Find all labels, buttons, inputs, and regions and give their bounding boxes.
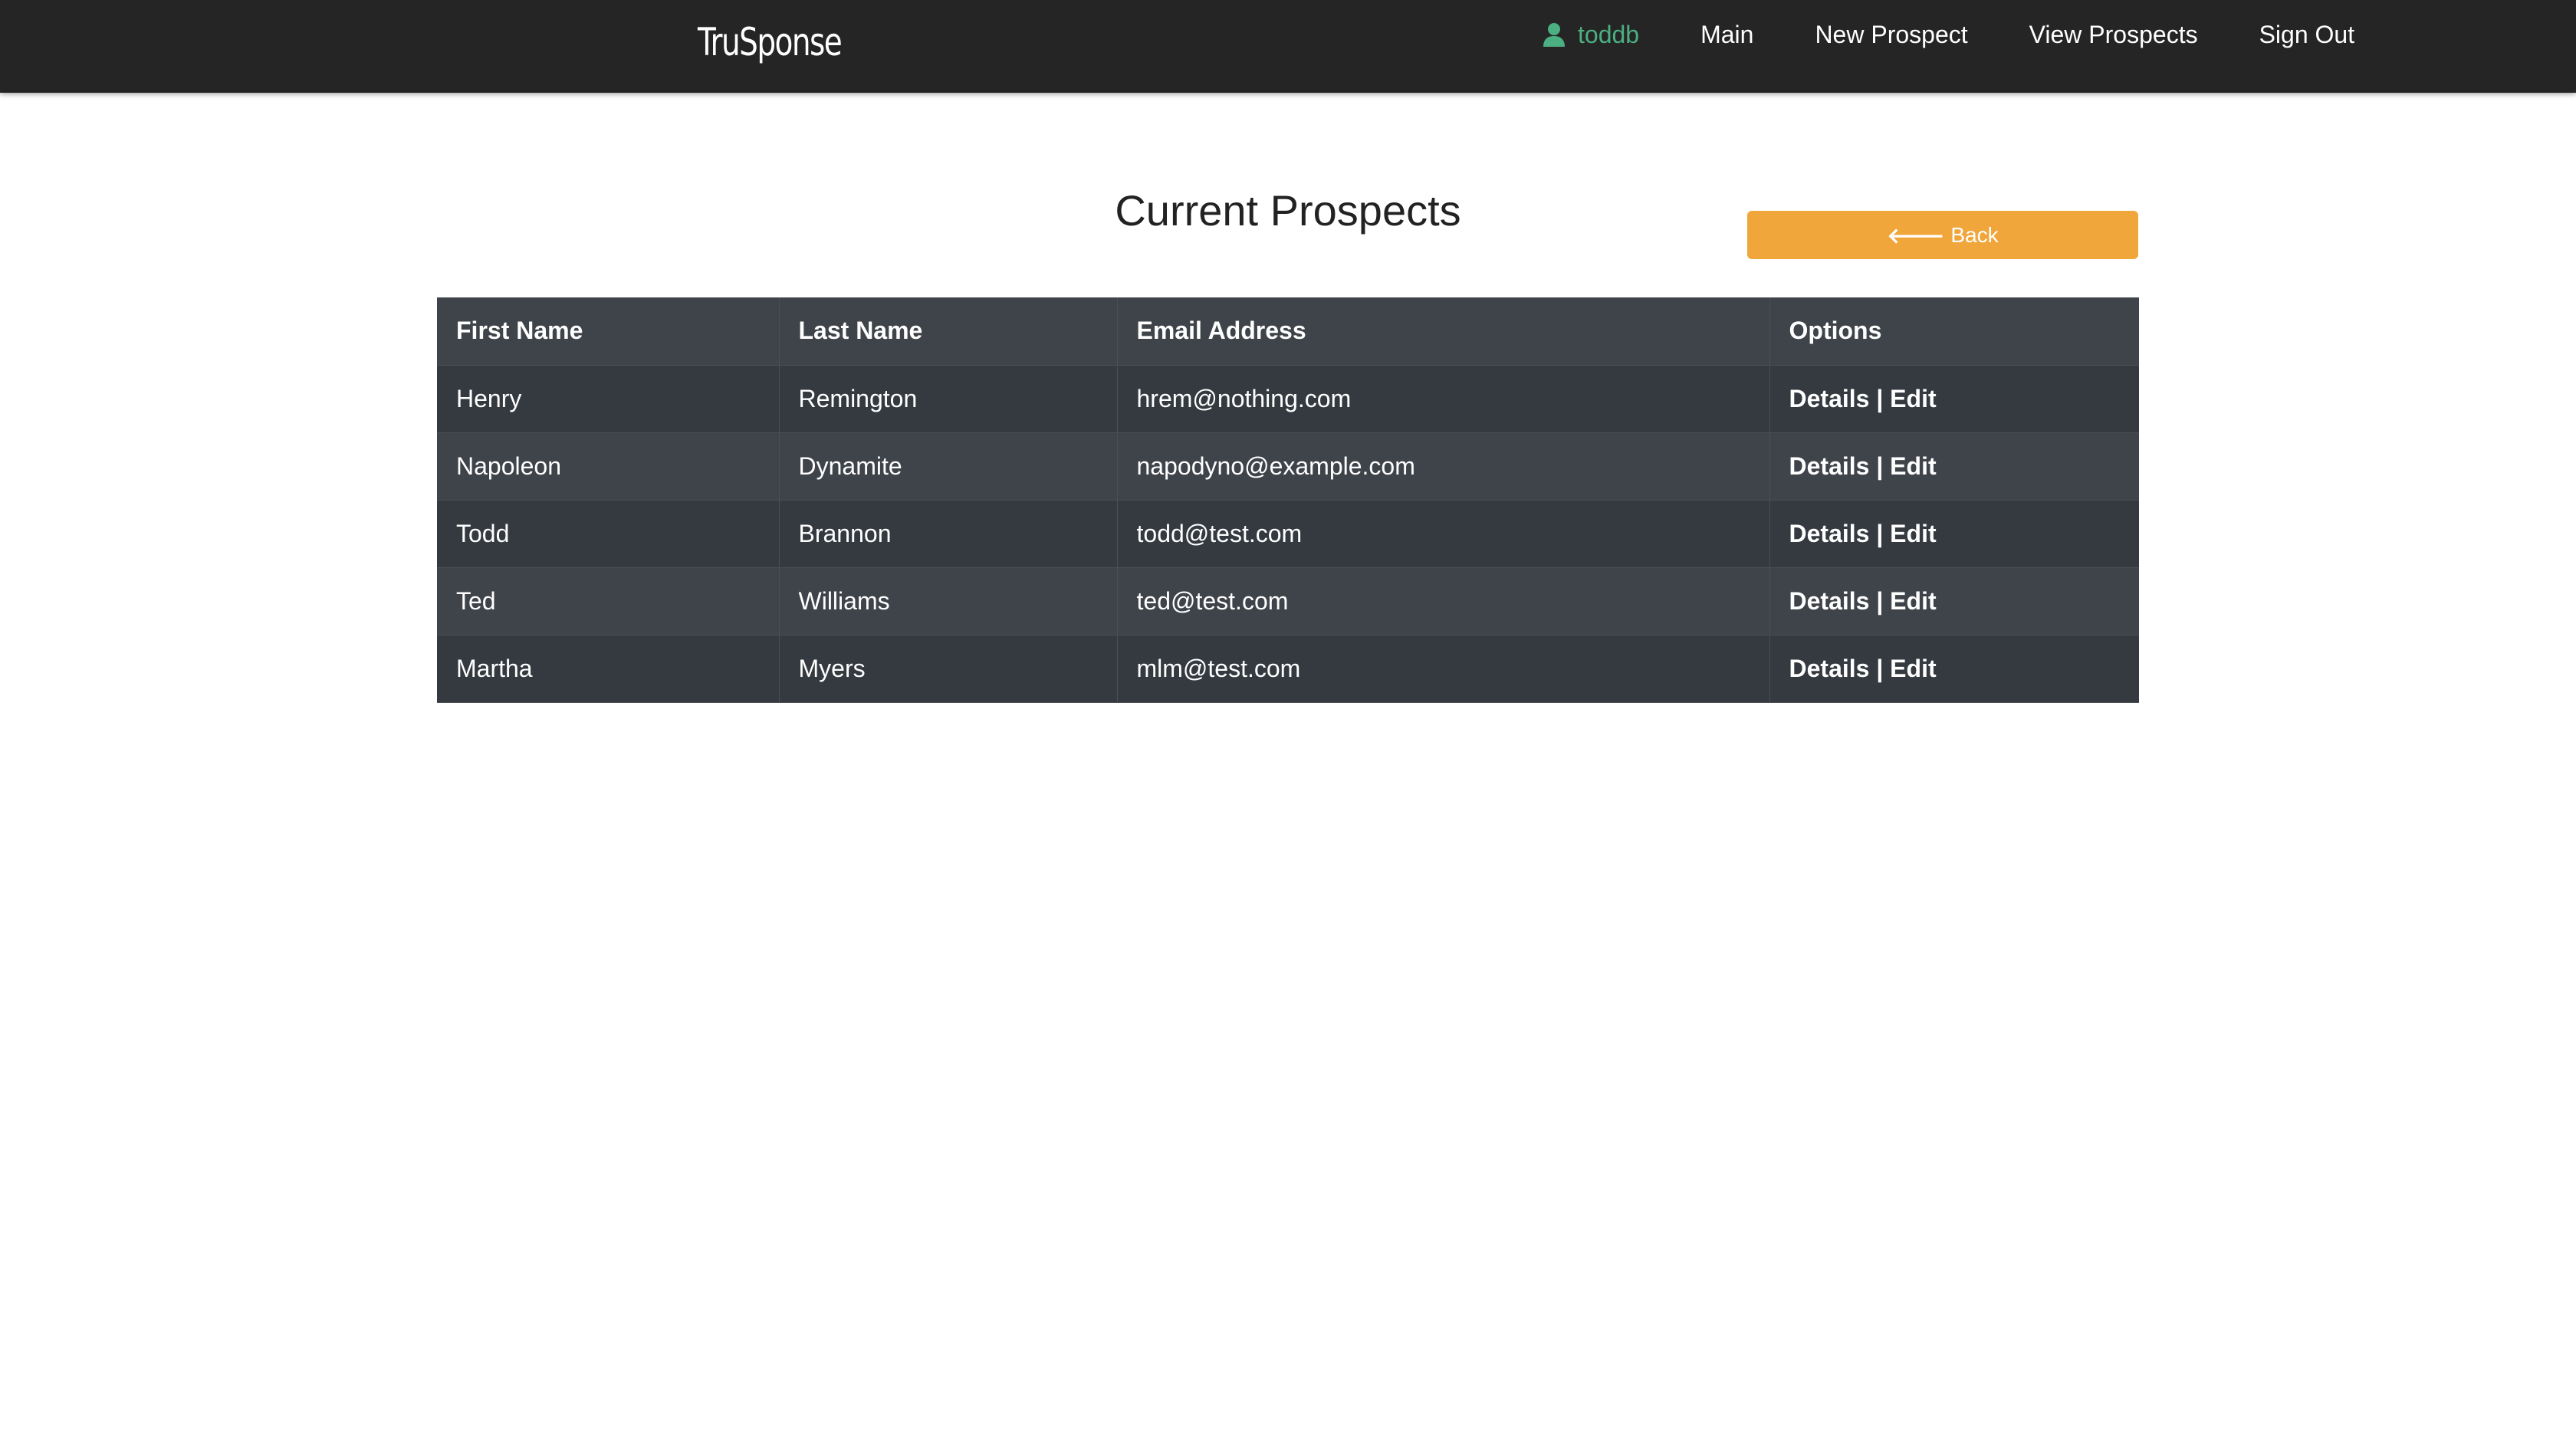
back-button[interactable]: 🡐 Back xyxy=(1747,211,2138,259)
cell-last-name: Williams xyxy=(779,567,1118,635)
cell-options: Details | Edit xyxy=(1769,500,2139,568)
table-row: Henry Remington hrem@nothing.com Details… xyxy=(437,365,2139,433)
cell-options: Details | Edit xyxy=(1769,432,2139,501)
cell-last-name: Dynamite xyxy=(779,432,1118,501)
nav-user[interactable]: toddb xyxy=(1543,21,1639,49)
nav-link-new-prospect[interactable]: New Prospect xyxy=(1815,21,1967,49)
details-link[interactable]: Details xyxy=(1789,385,1870,412)
table-row: Napoleon Dynamite napodyno@example.com D… xyxy=(437,432,2139,501)
back-button-label: Back xyxy=(1950,222,1999,247)
cell-options: Details | Edit xyxy=(1769,635,2139,703)
table-row: Martha Myers mlm@test.com Details | Edit xyxy=(437,635,2139,703)
header-email-address: Email Address xyxy=(1117,297,1770,366)
details-link[interactable]: Details xyxy=(1789,520,1870,547)
table-row: Todd Brannon todd@test.com Details | Edi… xyxy=(437,500,2139,568)
cell-email: ted@test.com xyxy=(1117,567,1770,635)
cell-options: Details | Edit xyxy=(1769,567,2139,635)
arrow-left-icon: 🡐 xyxy=(1887,223,1945,248)
cell-last-name: Brannon xyxy=(779,500,1118,568)
brand-logo[interactable]: TruSponse xyxy=(698,20,843,64)
cell-first-name: Napoleon xyxy=(437,432,780,501)
edit-link[interactable]: Edit xyxy=(1890,655,1936,682)
prospects-table: First Name Last Name Email Address Optio… xyxy=(437,297,2139,703)
cell-email: mlm@test.com xyxy=(1117,635,1770,703)
cell-last-name: Remington xyxy=(779,365,1118,433)
top-navbar: TruSponse toddb Main New Prospect View P… xyxy=(0,0,2576,93)
page-title: Current Prospects xyxy=(1115,186,1461,235)
nav-links: toddb Main New Prospect View Prospects S… xyxy=(1543,0,2354,69)
nav-username: toddb xyxy=(1578,20,1640,48)
edit-link[interactable]: Edit xyxy=(1890,520,1936,547)
cell-first-name: Martha xyxy=(437,635,780,703)
user-icon xyxy=(1543,23,1565,47)
cell-first-name: Todd xyxy=(437,500,780,568)
nav-link-sign-out[interactable]: Sign Out xyxy=(2259,21,2355,49)
options-separator: | xyxy=(1876,384,1884,412)
edit-link[interactable]: Edit xyxy=(1890,452,1936,480)
options-separator: | xyxy=(1876,654,1884,682)
edit-link[interactable]: Edit xyxy=(1890,385,1936,412)
options-separator: | xyxy=(1876,452,1884,480)
header-first-name: First Name xyxy=(437,297,780,366)
header-options: Options xyxy=(1769,297,2139,366)
table-row: Ted Williams ted@test.com Details | Edit xyxy=(437,567,2139,635)
cell-last-name: Myers xyxy=(779,635,1118,703)
header-last-name: Last Name xyxy=(779,297,1118,366)
options-separator: | xyxy=(1876,586,1884,615)
options-separator: | xyxy=(1876,519,1884,547)
details-link[interactable]: Details xyxy=(1789,587,1870,615)
cell-options: Details | Edit xyxy=(1769,365,2139,433)
table-header-row: First Name Last Name Email Address Optio… xyxy=(437,297,2139,366)
cell-first-name: Henry xyxy=(437,365,780,433)
details-link[interactable]: Details xyxy=(1789,452,1870,480)
cell-first-name: Ted xyxy=(437,567,780,635)
cell-email: hrem@nothing.com xyxy=(1117,365,1770,433)
edit-link[interactable]: Edit xyxy=(1890,587,1936,615)
cell-email: napodyno@example.com xyxy=(1117,432,1770,501)
nav-link-main[interactable]: Main xyxy=(1700,21,1753,49)
cell-email: todd@test.com xyxy=(1117,500,1770,568)
details-link[interactable]: Details xyxy=(1789,655,1870,682)
nav-link-view-prospects[interactable]: View Prospects xyxy=(2029,21,2198,49)
